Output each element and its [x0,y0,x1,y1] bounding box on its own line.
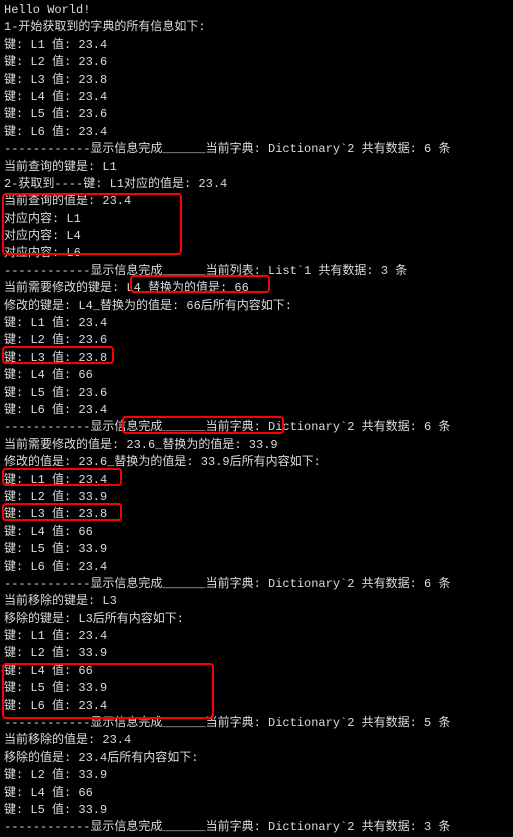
output-line: 键: L6 值: 23.4 [4,124,509,141]
output-line: 键: L4 值: 66 [4,785,509,802]
output-line: 键: L2 值: 23.6 [4,54,509,71]
output-line: ------------显示信息完成______当前字典: Dictionary… [4,141,509,158]
output-line: 键: L1 值: 23.4 [4,37,509,54]
output-line: 键: L1 值: 23.4 [4,628,509,645]
output-line: 键: L5 值: 33.9 [4,802,509,819]
output-line: 键: L6 值: 23.4 [4,559,509,576]
output-line: 键: L5 值: 33.9 [4,541,509,558]
output-line: 键: L2 值: 33.9 [4,489,509,506]
output-line: ------------显示信息完成______当前列表: List`1 共有数… [4,263,509,280]
output-line: 当前需要修改的键是: L4_替换为的值是: 66 [4,280,509,297]
output-line: 当前查询的键是: L1 [4,159,509,176]
output-line: 键: L2 值: 23.6 [4,332,509,349]
output-line: 当前查询的值是: 23.4 [4,193,509,210]
output-line: 键: L5 值: 33.9 [4,680,509,697]
output-line: ------------显示信息完成______当前字典: Dictionary… [4,819,509,836]
output-line: 键: L2 值: 33.9 [4,767,509,784]
output-line: ------------显示信息完成______当前字典: Dictionary… [4,715,509,732]
output-line: 键: L2 值: 33.9 [4,645,509,662]
output-line: 1-开始获取到的字典的所有信息如下: [4,19,509,36]
output-line: 键: L5 值: 23.6 [4,106,509,123]
output-line: 2-获取到----键: L1对应的值是: 23.4 [4,176,509,193]
output-line: 键: L4 值: 66 [4,524,509,541]
output-line: 当前移除的值是: 23.4 [4,732,509,749]
output-line: 当前移除的键是: L3 [4,593,509,610]
output-line: 键: L3 值: 23.8 [4,506,509,523]
output-line: 对应内容: L1 [4,211,509,228]
output-line: 键: L3 值: 23.8 [4,72,509,89]
output-line: 键: L1 值: 23.4 [4,315,509,332]
output-line: 移除的键是: L3后所有内容如下: [4,611,509,628]
output-line: 移除的值是: 23.4后所有内容如下: [4,750,509,767]
output-line: 修改的值是: 23.6_替换为的值是: 33.9后所有内容如下: [4,454,509,471]
output-line: 键: L3 值: 23.8 [4,350,509,367]
output-line: 键: L6 值: 23.4 [4,402,509,419]
output-line: 当前需要修改的值是: 23.6_替换为的值是: 33.9 [4,437,509,454]
output-line: 键: L5 值: 23.6 [4,385,509,402]
output-line: 对应内容: L4 [4,228,509,245]
output-line: 键: L4 值: 23.4 [4,89,509,106]
console-output: Hello World! 1-开始获取到的字典的所有信息如下: 键: L1 值:… [4,2,509,837]
output-line: Hello World! [4,2,509,19]
output-line: ------------显示信息完成______当前字典: Dictionary… [4,419,509,436]
output-line: 键: L1 值: 23.4 [4,472,509,489]
output-line: 对应内容: L6 [4,245,509,262]
output-line: 键: L4 值: 66 [4,367,509,384]
output-line: ------------显示信息完成______当前字典: Dictionary… [4,576,509,593]
output-line: 键: L4 值: 66 [4,663,509,680]
output-line: 键: L6 值: 23.4 [4,698,509,715]
output-line: 修改的键是: L4_替换为的值是: 66后所有内容如下: [4,298,509,315]
